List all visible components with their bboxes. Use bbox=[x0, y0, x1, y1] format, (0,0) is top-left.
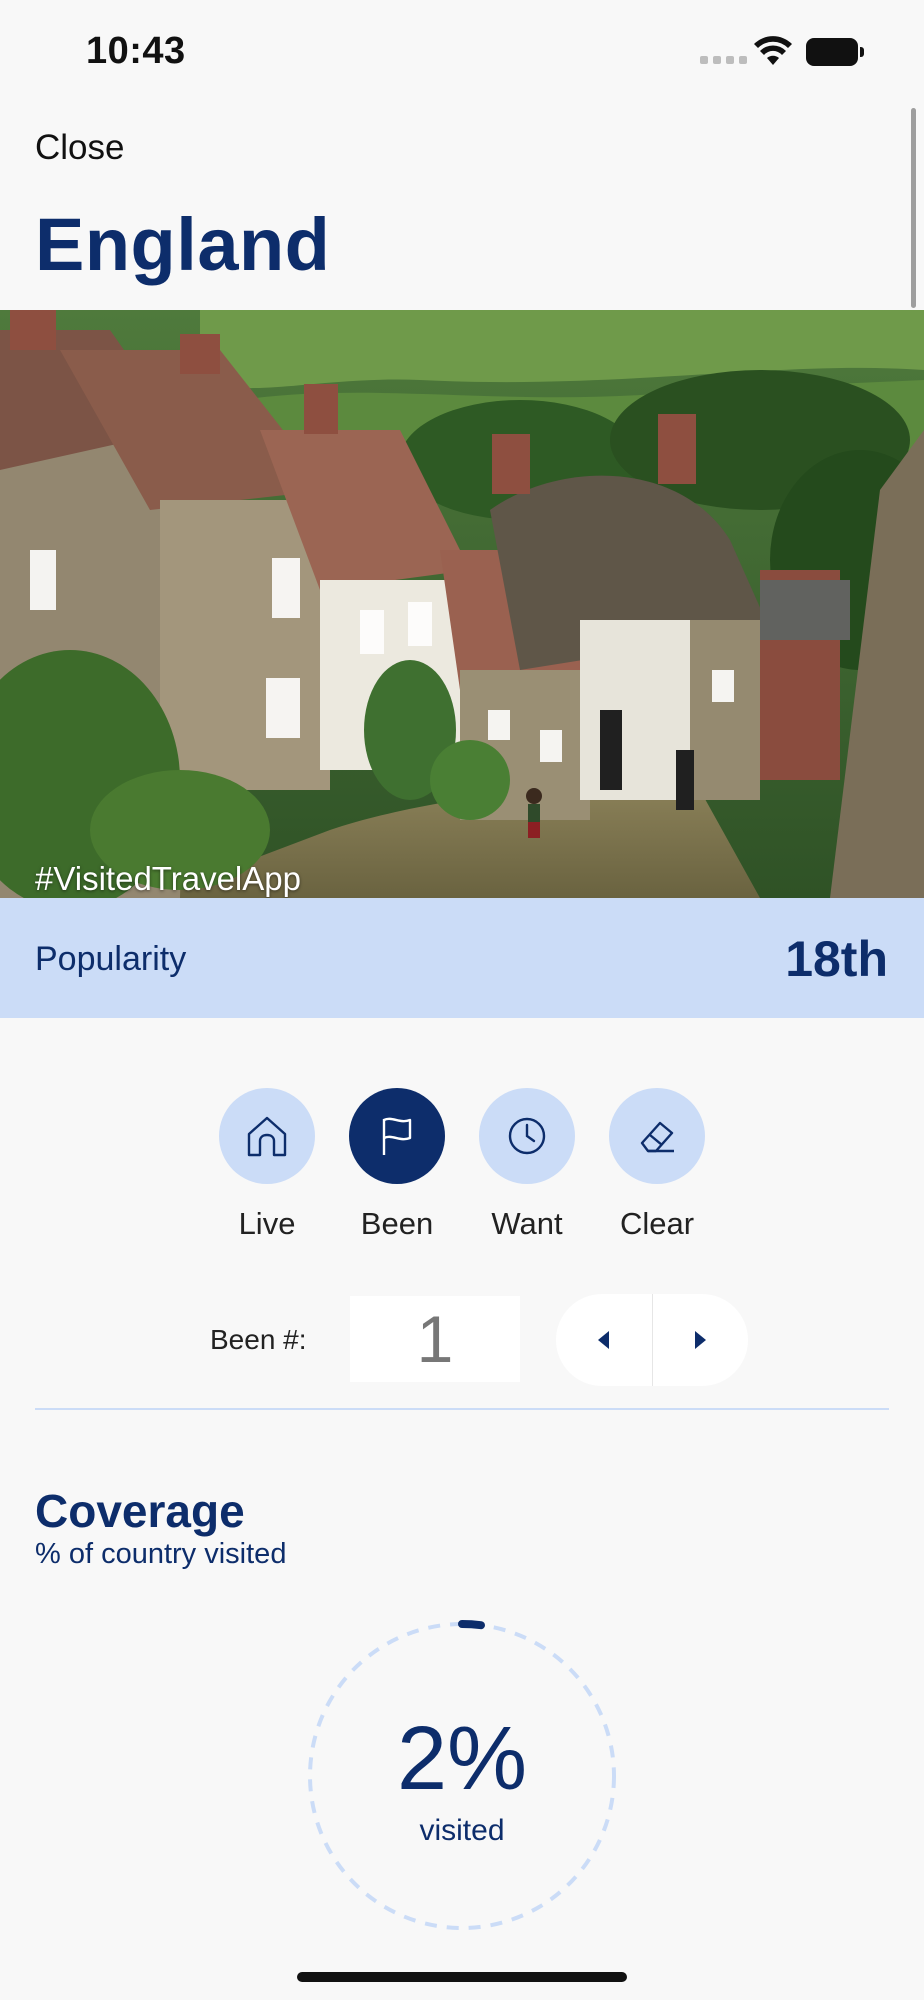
live-button[interactable]: Live bbox=[202, 1088, 332, 1242]
scroll-indicator[interactable] bbox=[911, 108, 916, 308]
been-count-input[interactable] bbox=[350, 1296, 520, 1382]
want-button[interactable]: Want bbox=[462, 1088, 592, 1242]
visit-status-selector: Live Been Want Clear bbox=[0, 1088, 924, 1248]
home-icon bbox=[247, 1116, 287, 1157]
live-label: Live bbox=[238, 1206, 296, 1241]
been-button[interactable]: Been bbox=[332, 1088, 462, 1242]
section-divider bbox=[35, 1408, 889, 1410]
live-button-circle[interactable] bbox=[219, 1088, 315, 1184]
popularity-label: Popularity bbox=[35, 940, 187, 978]
popularity-bar: Popularity 18th bbox=[0, 898, 924, 1018]
caret-left-icon bbox=[597, 1331, 609, 1349]
decrement-button[interactable] bbox=[556, 1294, 652, 1386]
coverage-percent: 2% bbox=[396, 1709, 528, 1809]
page-title: England bbox=[35, 203, 331, 286]
eraser-icon bbox=[640, 1121, 674, 1153]
wifi-icon bbox=[754, 36, 792, 65]
popularity-rank: 18th bbox=[785, 931, 888, 987]
flag-icon bbox=[382, 1117, 412, 1155]
want-label: Want bbox=[491, 1206, 563, 1241]
battery-icon bbox=[806, 38, 864, 66]
want-button-circle[interactable] bbox=[479, 1088, 575, 1184]
increment-button[interactable] bbox=[653, 1294, 749, 1386]
clear-button-circle[interactable] bbox=[609, 1088, 705, 1184]
clock-icon bbox=[508, 1117, 546, 1155]
been-count-row: Been #: bbox=[0, 1294, 924, 1390]
status-time: 10:43 bbox=[86, 30, 186, 72]
close-button[interactable]: Close bbox=[35, 128, 124, 168]
been-count-label: Been #: bbox=[210, 1324, 307, 1355]
hero-image: #VisitedTravelApp bbox=[0, 310, 924, 898]
been-button-circle[interactable] bbox=[349, 1088, 445, 1184]
coverage-caption: visited bbox=[419, 1814, 505, 1847]
been-count-stepper bbox=[556, 1294, 748, 1386]
hashtag-caption: #VisitedTravelApp bbox=[35, 860, 301, 897]
caret-right-icon bbox=[695, 1331, 707, 1349]
cellular-signal-icon bbox=[700, 56, 747, 64]
clear-button[interactable]: Clear bbox=[592, 1088, 722, 1242]
home-indicator[interactable] bbox=[297, 1972, 627, 1982]
coverage-title: Coverage bbox=[35, 1485, 245, 1537]
clear-label: Clear bbox=[619, 1206, 695, 1241]
status-bar: 10:43 bbox=[0, 0, 924, 100]
coverage-gauge: 2% visited bbox=[306, 1620, 618, 1932]
coverage-subtitle: % of country visited bbox=[35, 1538, 287, 1570]
been-label: Been bbox=[360, 1206, 434, 1241]
